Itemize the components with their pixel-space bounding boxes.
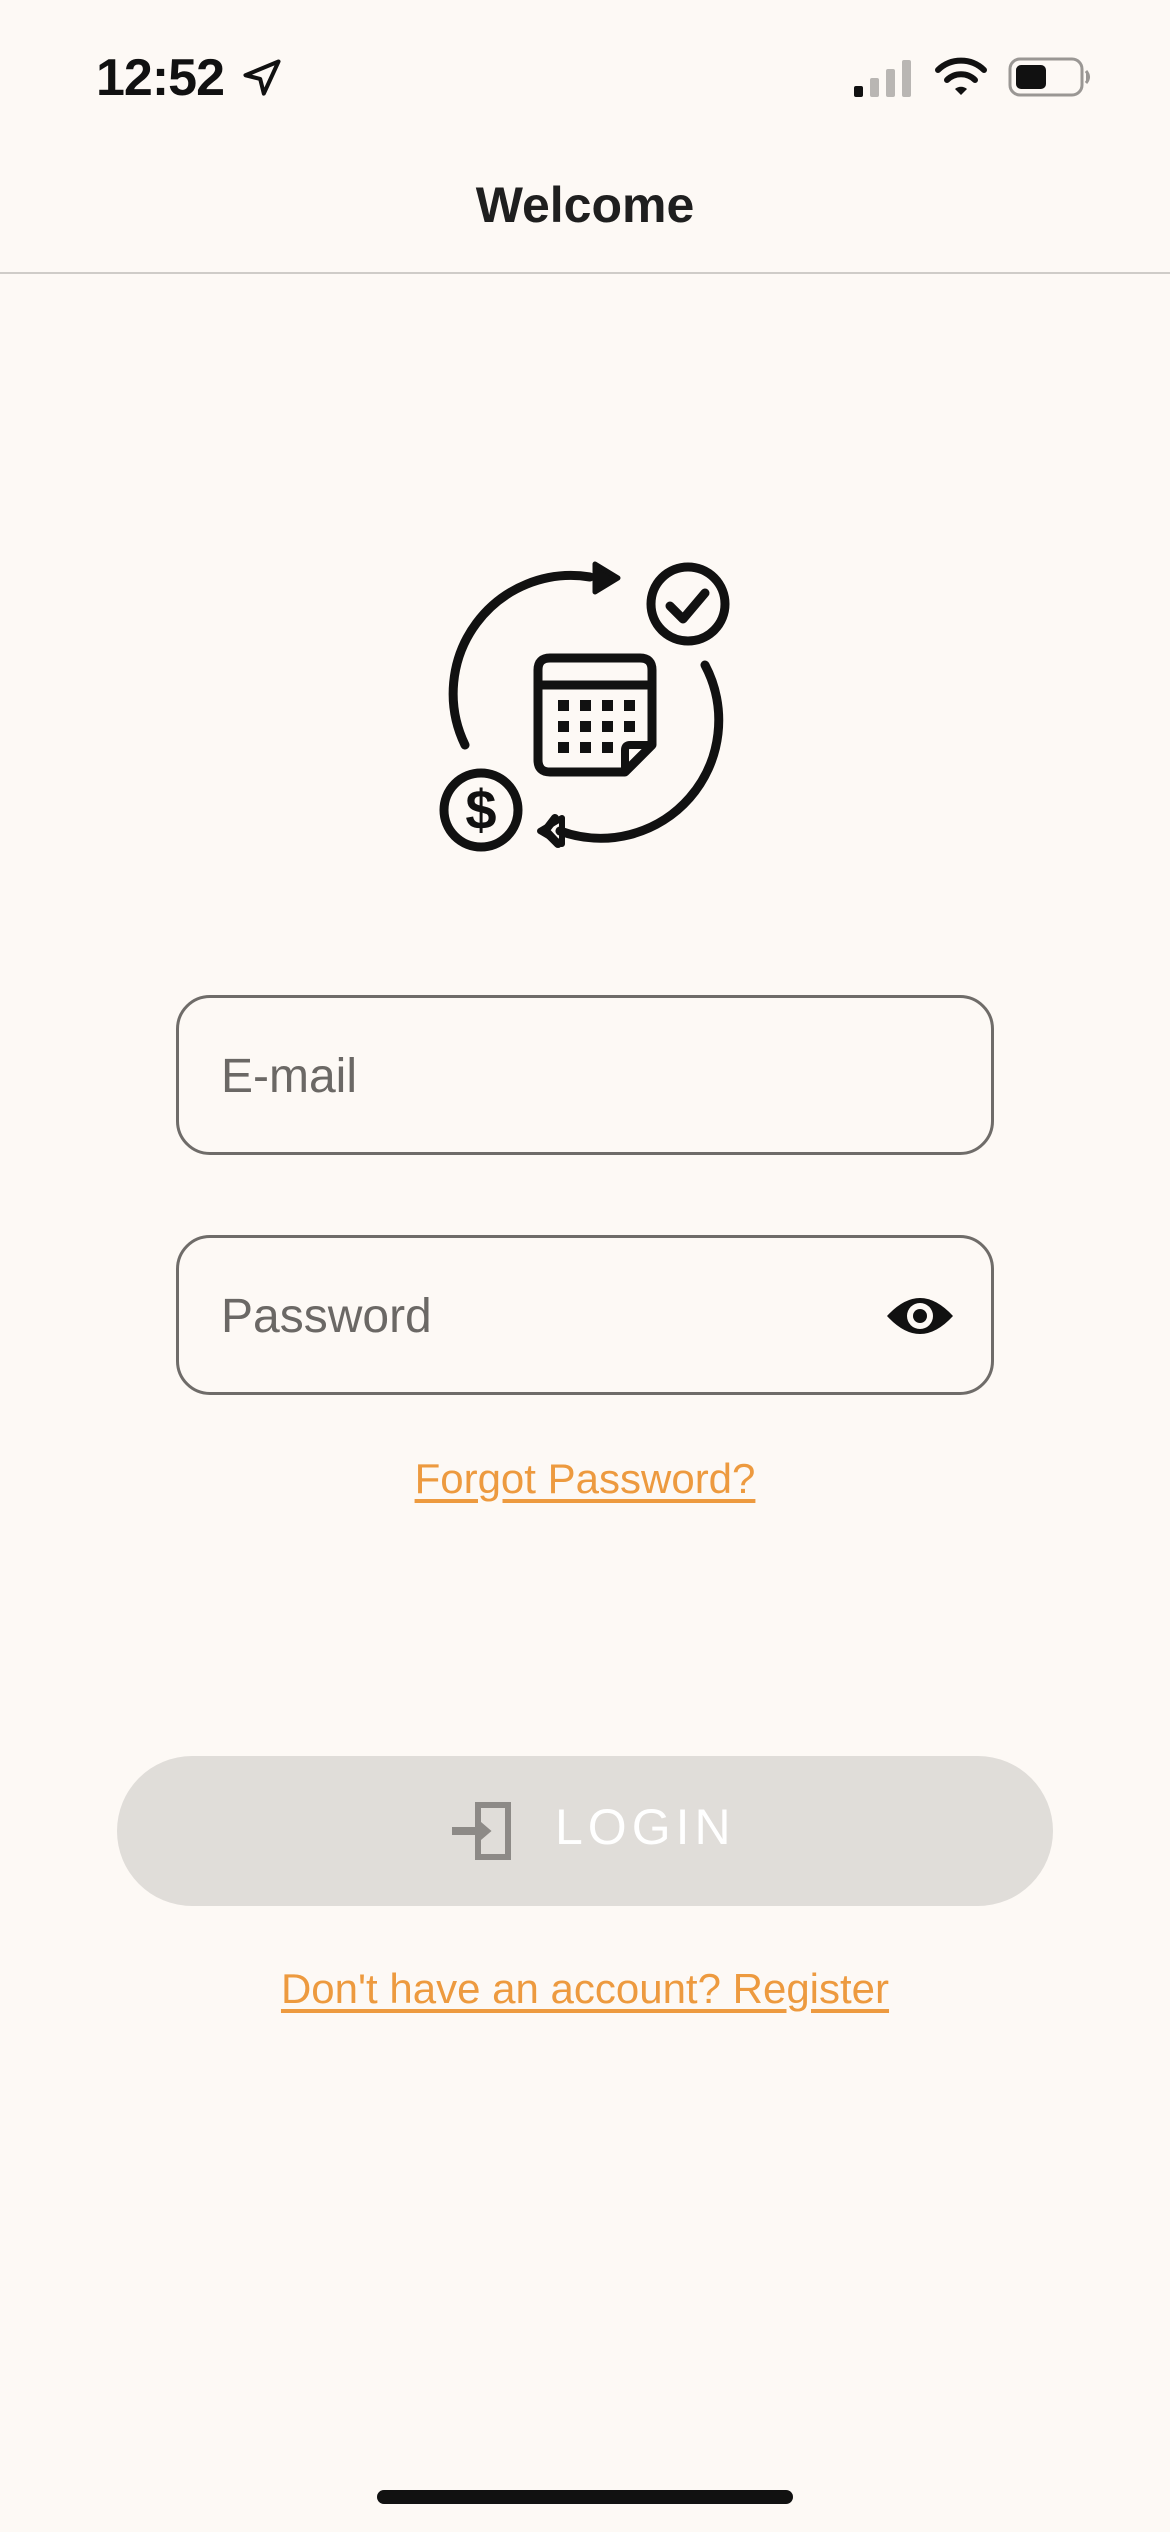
register-link[interactable]: Don't have an account? Register [0, 1965, 1170, 2013]
battery-icon [1008, 57, 1090, 97]
status-time: 12:52 [96, 49, 225, 107]
login-enter-icon [452, 1802, 511, 1860]
cellular-signal-icon [854, 60, 911, 97]
login-screen: 12:52 Welcome $ E-mail Forgot Password? … [0, 0, 1170, 2532]
forgot-password-link[interactable]: Forgot Password? [0, 1455, 1170, 1503]
page-title: Welcome [475, 177, 695, 233]
eye-icon[interactable] [885, 1286, 955, 1346]
svg-text:$: $ [465, 778, 496, 841]
home-indicator[interactable] [377, 2490, 793, 2504]
login-button[interactable]: LOGIN [117, 1756, 1053, 1906]
calendar-payment-cycle-icon: $ [439, 561, 730, 852]
login-label: LOGIN [555, 1799, 736, 1855]
password-input[interactable] [219, 1238, 903, 1394]
password-field[interactable] [176, 1235, 994, 1395]
location-arrow-icon [243, 59, 281, 96]
nav-header: Welcome [0, 150, 1170, 274]
status-bar: 12:52 [0, 0, 1170, 150]
email-field[interactable] [176, 995, 994, 1155]
email-input[interactable] [219, 998, 903, 1154]
wifi-icon [935, 57, 987, 95]
